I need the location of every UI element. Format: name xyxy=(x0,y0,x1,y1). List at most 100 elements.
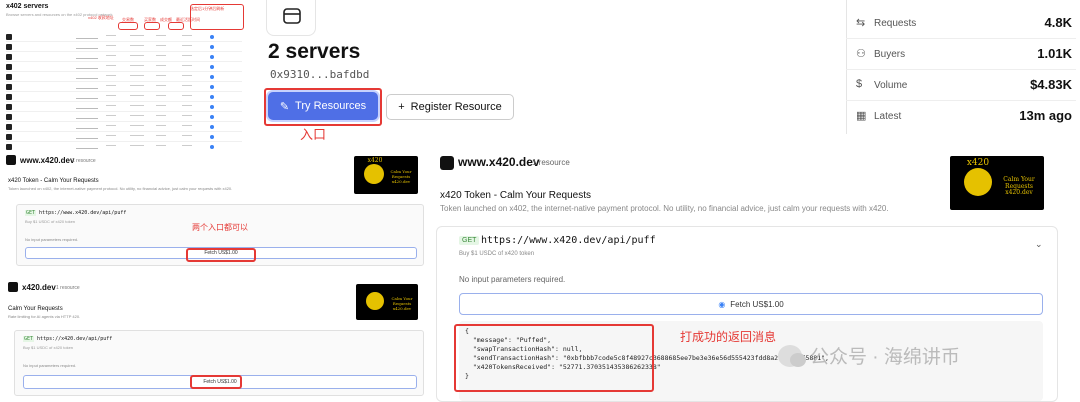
status-dot xyxy=(210,65,214,69)
placeholder-cell xyxy=(106,135,116,136)
placeholder-cell xyxy=(182,85,192,86)
no-params-text: No input parameters required. xyxy=(25,237,79,242)
thumb-box-volume xyxy=(168,22,184,30)
stat-value: $4.83K xyxy=(1030,77,1072,92)
status-dot xyxy=(210,115,214,119)
avatar xyxy=(6,34,12,40)
method-badge: GET xyxy=(23,336,35,342)
image-text-mid: Calm Your Requests xyxy=(390,169,412,179)
stat-value: 1.01K xyxy=(1037,46,1072,61)
avatar xyxy=(6,134,12,140)
placeholder-cell xyxy=(106,85,116,86)
placeholder-cell xyxy=(156,115,166,116)
server-icon xyxy=(283,8,301,24)
endpoint-url[interactable]: https://www.x420.dev/api/puff xyxy=(481,235,656,246)
placeholder-cell xyxy=(182,95,192,96)
stat-latest: ▦ Latest 13m ago xyxy=(846,102,1076,132)
thumbnail-row xyxy=(6,92,242,102)
placeholder-cell xyxy=(106,45,116,46)
placeholder-cell xyxy=(156,35,166,36)
placeholder-cell xyxy=(156,95,166,96)
annotation-success: 打成功的返回消息 xyxy=(680,330,777,344)
annotation-box-response xyxy=(454,324,654,392)
sparkline xyxy=(76,95,98,99)
placeholder-cell xyxy=(130,65,144,66)
status-dot xyxy=(210,125,214,129)
fetch-button[interactable]: ◉ Fetch US$1.00 xyxy=(459,293,1043,315)
card-title: x420 Token - Calm Your Requests xyxy=(8,178,99,184)
image-text-bottom: x420.dev xyxy=(392,306,412,311)
avatar xyxy=(6,64,12,70)
status-dot xyxy=(210,105,214,109)
buy-text: Buy $1 USDC of x420 token xyxy=(25,219,76,224)
x420-image: Calm Your Requests x420.dev xyxy=(356,284,418,320)
placeholder-cell xyxy=(156,75,166,76)
placeholder-cell xyxy=(182,105,192,106)
placeholder-cell xyxy=(156,125,166,126)
annotation-box-try xyxy=(264,88,382,126)
placeholder-cell xyxy=(182,135,192,136)
image-text-mid: Calm Your Requests xyxy=(1003,176,1035,190)
placeholder-cell xyxy=(182,115,192,116)
placeholder-cell xyxy=(156,105,166,106)
thumbnail-row xyxy=(6,102,242,112)
status-dot xyxy=(210,55,214,59)
placeholder-cell xyxy=(106,55,116,56)
sparkline xyxy=(76,115,98,119)
calendar-icon: ▦ xyxy=(856,110,867,122)
stats-panel: ⇆ Requests 4.8K ⚇ Buyers 1.01K $ Volume … xyxy=(846,0,1080,134)
smiley-icon xyxy=(366,292,384,310)
card-desc: Rate limiting for AI agents via HTTP 420… xyxy=(8,314,81,319)
sparkline xyxy=(76,35,98,39)
thumbnail-row xyxy=(6,72,242,82)
stat-label: Requests xyxy=(874,18,917,29)
avatar xyxy=(6,74,12,80)
thumbnail-row xyxy=(6,82,242,92)
site-logo xyxy=(6,155,16,165)
placeholder-cell xyxy=(106,105,116,106)
url-text: https://x420.dev/api/puff xyxy=(37,336,113,342)
thumbnail-row xyxy=(6,32,242,42)
thumbnail-row xyxy=(6,52,242,62)
endpoint-url[interactable]: GET https://www.x420.dev/api/puff xyxy=(25,210,126,216)
card-desc: Token launched on x402, the internet-nat… xyxy=(440,204,889,213)
image-text-top: x420 xyxy=(966,158,990,168)
placeholder-cell xyxy=(182,45,192,46)
smiley-icon xyxy=(964,168,992,196)
thumb-box-latest xyxy=(190,4,244,30)
register-resource-button[interactable]: + Register Resource xyxy=(386,94,514,120)
placeholder-cell xyxy=(130,145,144,146)
placeholder-cell xyxy=(182,75,192,76)
smiley-icon xyxy=(364,164,384,184)
annotation-box-fetch-2 xyxy=(190,375,242,389)
card-title: Calm Your Requests xyxy=(8,306,63,312)
avatar xyxy=(6,44,12,50)
placeholder-cell xyxy=(182,145,192,146)
placeholder-cell xyxy=(182,125,192,126)
placeholder-cell xyxy=(106,75,116,76)
stat-requests: ⇆ Requests 4.8K xyxy=(846,9,1076,39)
avatar xyxy=(6,94,12,100)
endpoint-url[interactable]: GET https://x420.dev/api/puff xyxy=(23,336,112,342)
fetch-label: Fetch US$1.00 xyxy=(730,299,784,309)
avatar xyxy=(6,114,12,120)
placeholder-cell xyxy=(106,125,116,126)
stat-label: Volume xyxy=(874,80,908,91)
placeholder-cell xyxy=(106,65,116,66)
no-params-text: No input parameters required. xyxy=(23,363,77,368)
method-badge: GET xyxy=(459,236,480,245)
placeholder-cell xyxy=(156,135,166,136)
thumbnail-row xyxy=(6,122,242,132)
thumbnail-row xyxy=(6,112,242,122)
placeholder-cell xyxy=(182,65,192,66)
card-domain: x420.dev xyxy=(22,283,56,292)
watermark: 公众号 · 海绵讲币 xyxy=(778,342,960,369)
chevron-down-icon[interactable]: ⌄ xyxy=(1035,239,1043,250)
placeholder-cell xyxy=(156,45,166,46)
placeholder-cell xyxy=(130,75,144,76)
card-domain: www.x420.dev xyxy=(20,156,75,165)
no-params-text: No input parameters required. xyxy=(459,275,566,284)
stat-value: 13m ago xyxy=(1019,108,1072,123)
users-icon: ⚇ xyxy=(856,48,866,60)
site-logo xyxy=(8,282,18,292)
